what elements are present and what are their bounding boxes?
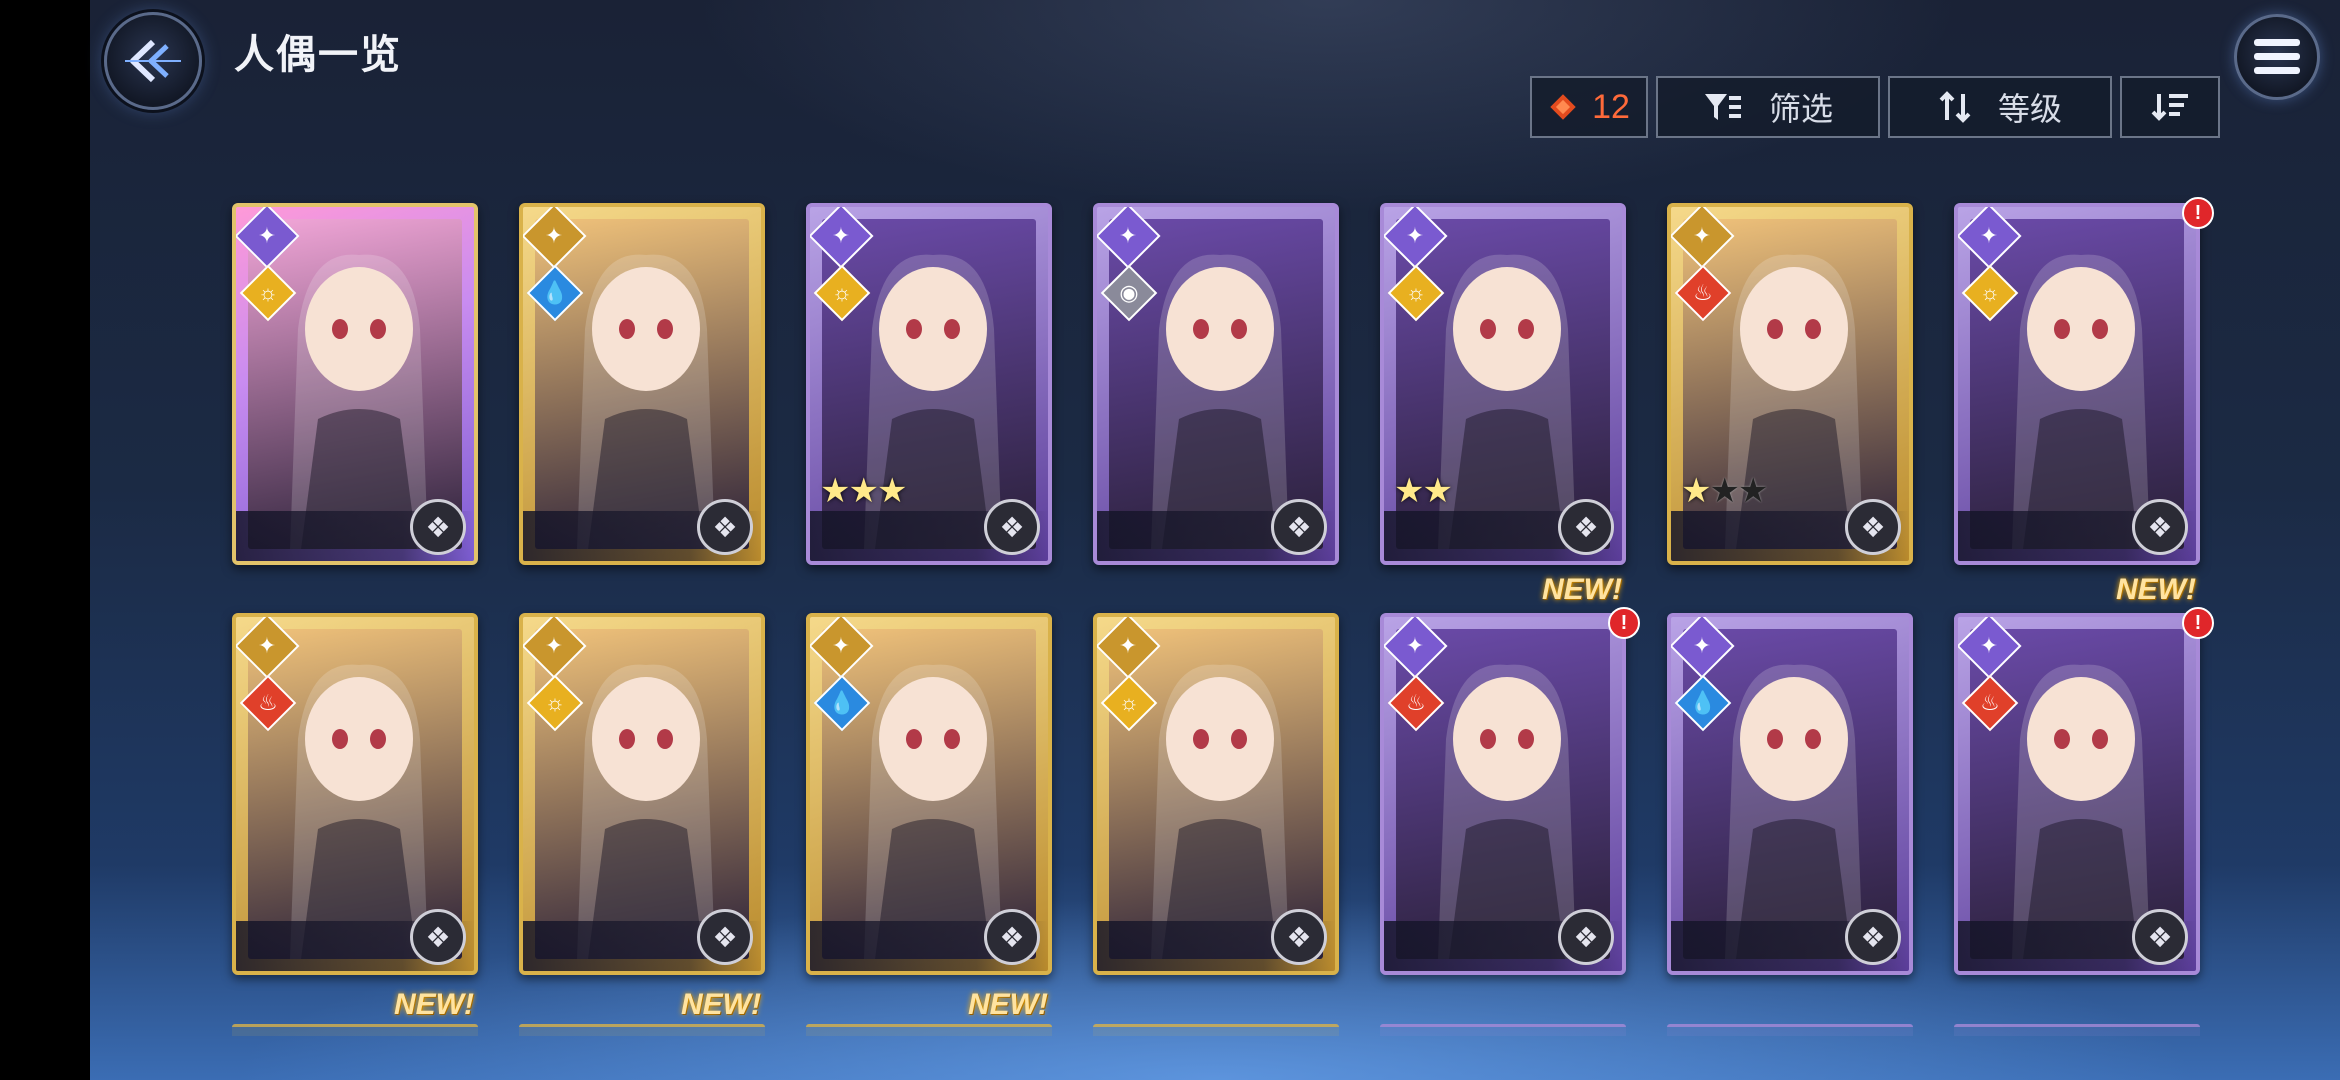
faction-emblem-icon: ❖ [1271, 909, 1327, 965]
doll-card[interactable]: ✦ ♨ ❖ [1954, 613, 2200, 975]
new-tag: NEW! [968, 988, 1048, 1021]
doll-card-partial[interactable] [806, 1024, 1052, 1036]
doll-card[interactable]: ✦ ☼ ❖ [1954, 203, 2200, 565]
filter-button[interactable]: 筛选 [1656, 76, 1880, 138]
faction-emblem-icon: ❖ [410, 909, 466, 965]
page-title: 人偶一览 [234, 33, 402, 77]
doll-card[interactable]: ✦ ☼ ★★ ❖ [1380, 203, 1626, 565]
star-icon: ★ [820, 472, 851, 510]
doll-card-partial[interactable] [1093, 1024, 1339, 1036]
new-tag: NEW! [2116, 573, 2196, 606]
hamburger-menu-icon [2254, 39, 2300, 74]
faction-emblem-icon: ❖ [410, 499, 466, 555]
alert-badge: ! [2182, 607, 2214, 639]
back-arrow-icon [125, 39, 181, 83]
star-icon: ★ [1422, 472, 1453, 510]
sort-label: 等级 [1997, 91, 2062, 127]
faction-emblem-icon: ❖ [2132, 499, 2188, 555]
new-tag: NEW! [1542, 573, 1622, 606]
new-tag: NEW! [394, 988, 474, 1021]
new-tag: NEW! [681, 988, 761, 1021]
star-icon: ★ [1681, 472, 1712, 510]
gem-counter-button[interactable]: 12 [1530, 76, 1648, 138]
faction-emblem-icon: ❖ [1271, 499, 1327, 555]
gem-icon [1550, 94, 1576, 120]
doll-card-partial[interactable] [1667, 1024, 1913, 1036]
doll-card[interactable]: ✦ 💧 ❖ [806, 613, 1052, 975]
doll-card-partial[interactable] [1954, 1024, 2200, 1036]
star-rating: ★★★ [1681, 471, 1769, 511]
doll-card[interactable]: ✦ 💧 ❖ [1667, 613, 1913, 975]
doll-card[interactable]: ✦ ☼ ★★★ ❖ [806, 203, 1052, 565]
doll-card[interactable]: ✦ ♨ ❖ [232, 613, 478, 975]
faction-emblem-icon: ❖ [2132, 909, 2188, 965]
sort-descending-icon [2151, 94, 2188, 121]
doll-card[interactable]: ✦ ☼ ❖ [232, 203, 478, 565]
doll-card[interactable]: ✦ ☼ ❖ [1093, 613, 1339, 975]
sort-level-button[interactable]: 等级 [1888, 76, 2112, 138]
star-icon: ★ [848, 472, 879, 510]
star-icon: ★ [876, 472, 908, 510]
doll-card-partial[interactable] [1380, 1024, 1626, 1036]
alert-badge: ! [2182, 197, 2214, 229]
doll-card[interactable]: ✦ ☼ ❖ [519, 613, 765, 975]
sort-arrows-icon [1939, 91, 1971, 123]
star-icon: ★ [1394, 472, 1425, 510]
star-icon: ★ [1737, 472, 1769, 510]
faction-emblem-icon: ❖ [984, 909, 1040, 965]
faction-emblem-icon: ❖ [1845, 499, 1901, 555]
star-rating: ★★ [1394, 471, 1453, 511]
faction-emblem-icon: ❖ [1558, 909, 1614, 965]
faction-emblem-icon: ❖ [697, 909, 753, 965]
faction-emblem-icon: ❖ [984, 499, 1040, 555]
doll-card[interactable]: ✦ ♨ ❖ [1380, 613, 1626, 975]
doll-card-partial[interactable] [232, 1024, 478, 1036]
doll-card[interactable]: ✦ ◉ ❖ [1093, 203, 1339, 565]
star-icon: ★ [1709, 472, 1740, 510]
faction-emblem-icon: ❖ [1558, 499, 1614, 555]
alert-badge: ! [1608, 607, 1640, 639]
filter-label: 筛选 [1768, 91, 1833, 127]
sort-order-button[interactable] [2120, 76, 2220, 138]
star-rating: ★★★ [820, 471, 908, 511]
filter-icon [1704, 94, 1741, 120]
gem-count: 12 [1592, 87, 1630, 126]
menu-button[interactable] [2234, 14, 2320, 100]
faction-emblem-icon: ❖ [697, 499, 753, 555]
doll-card[interactable]: ✦ ♨ ★★★ ❖ [1667, 203, 1913, 565]
doll-card[interactable]: ✦ 💧 ❖ [519, 203, 765, 565]
back-button[interactable] [104, 12, 202, 110]
faction-emblem-icon: ❖ [1845, 909, 1901, 965]
doll-card-partial[interactable] [519, 1024, 765, 1036]
